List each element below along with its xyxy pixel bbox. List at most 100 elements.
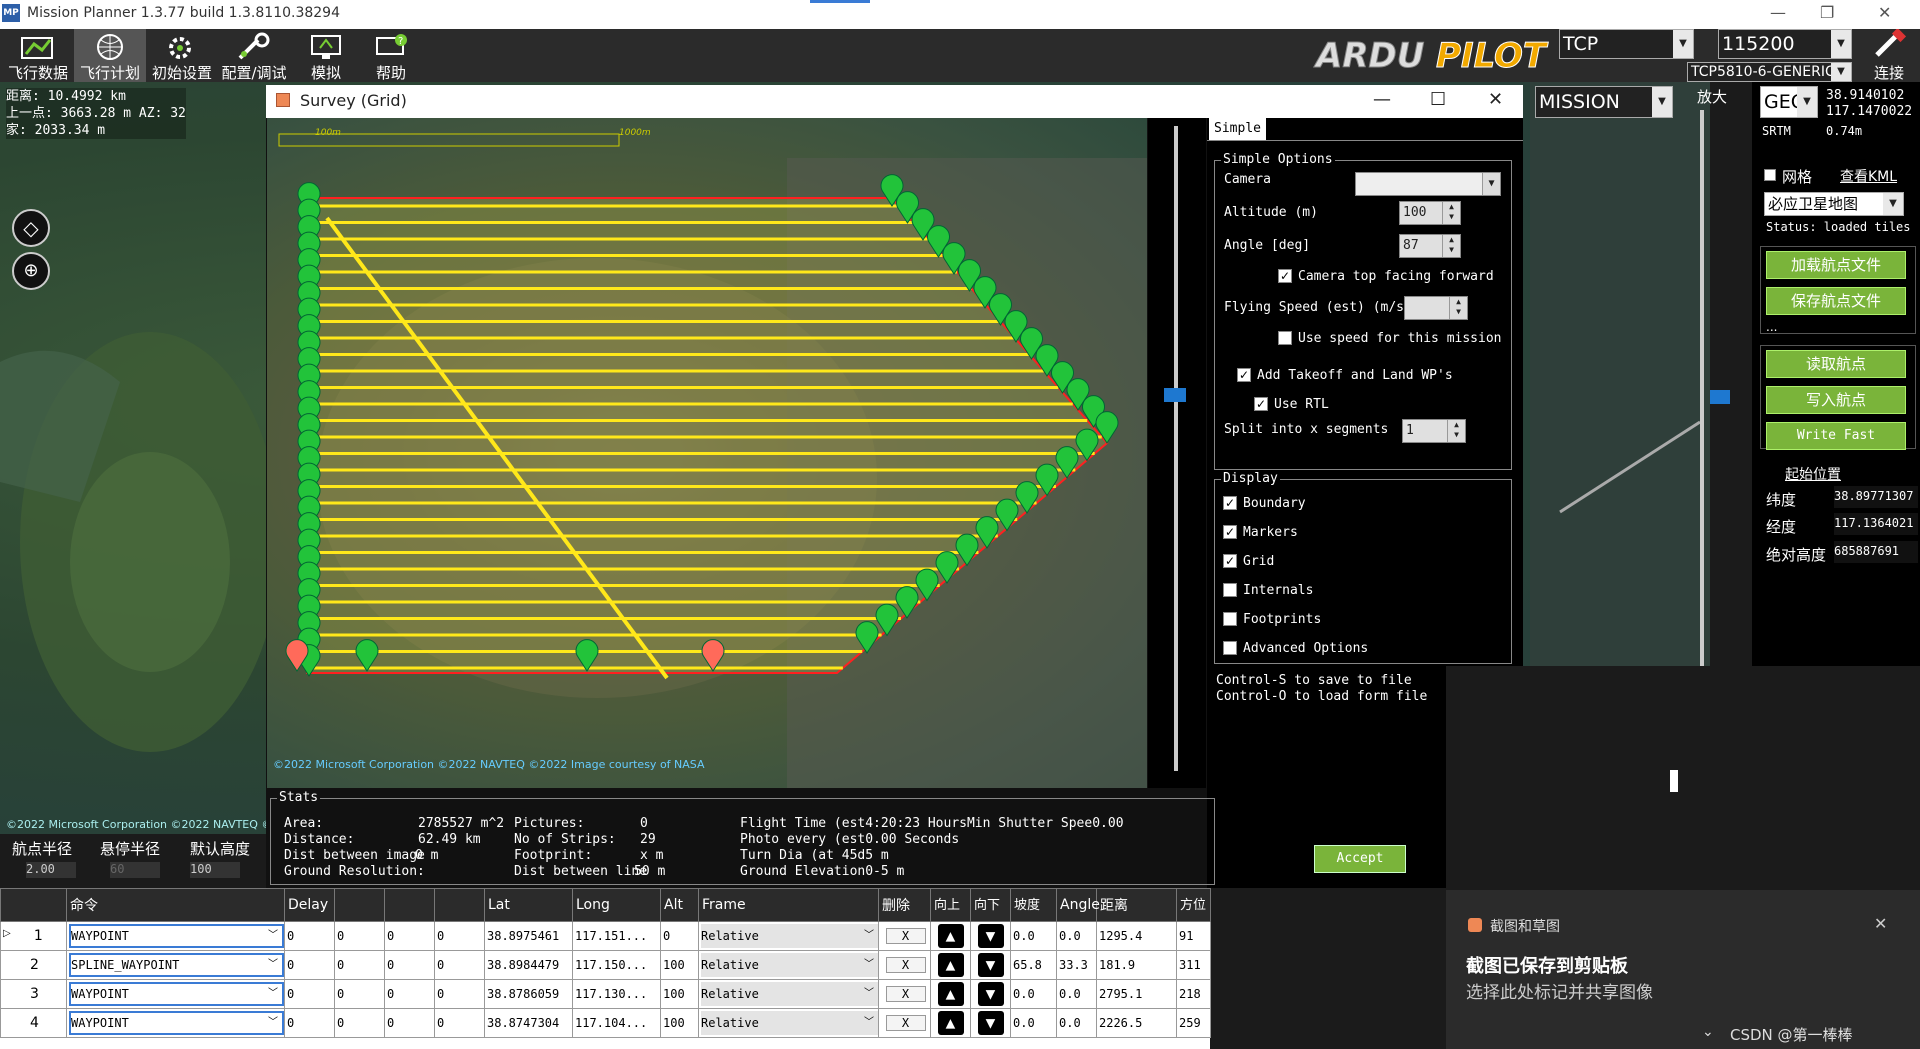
col-header-long[interactable]: Long bbox=[572, 888, 661, 922]
table-row[interactable]: ▷ 1 WAYPOINT ﹀ 0 0 0 0 38.8975461 117.151... 0 Rela… bbox=[0, 921, 1211, 951]
down-cell[interactable]: ▼ bbox=[970, 950, 1011, 980]
frame-cell[interactable]: Relative ﹀ bbox=[698, 921, 879, 951]
command-select[interactable]: SPLINE_WAYPOINT ﹀ bbox=[69, 953, 284, 977]
view-kml-link[interactable]: 查看KML bbox=[1840, 166, 1897, 186]
help-button[interactable]: ? 帮助 bbox=[355, 29, 427, 82]
delete-button[interactable]: X bbox=[885, 986, 926, 1002]
grid-checkbox[interactable]: ✓ bbox=[1223, 554, 1237, 568]
minimize-icon[interactable]: — bbox=[1770, 3, 1786, 22]
arrow-down-icon[interactable]: ▼ bbox=[977, 982, 1004, 1006]
footprints-checkbox[interactable] bbox=[1223, 612, 1237, 626]
command-select[interactable]: WAYPOINT ﹀ bbox=[69, 924, 284, 948]
long-cell[interactable]: 117.151... bbox=[572, 921, 661, 951]
param2-cell[interactable]: 0 bbox=[334, 950, 385, 980]
zoom-icon[interactable]: ⊕ bbox=[12, 252, 50, 290]
compass-icon[interactable]: ◇ bbox=[12, 209, 50, 247]
col-header-delete[interactable]: 删除 bbox=[878, 888, 931, 922]
survey-map[interactable]: 100m 1000m ©2022 Microsoft Corporation ©… bbox=[267, 118, 1147, 788]
zoom-slider-thumb[interactable] bbox=[1164, 388, 1186, 402]
alt-cell[interactable]: 100 bbox=[660, 979, 699, 1009]
markers-checkbox[interactable]: ✓ bbox=[1223, 525, 1237, 539]
command-select[interactable]: WAYPOINT ﹀ bbox=[69, 1011, 284, 1035]
accept-button[interactable]: Accept bbox=[1314, 845, 1406, 873]
frame-cell[interactable]: Relative ﹀ bbox=[698, 979, 879, 1009]
col-header-up[interactable]: 向上 bbox=[930, 888, 971, 922]
arrow-down-icon[interactable]: ▼ bbox=[977, 924, 1004, 948]
arrow-down-icon[interactable]: ▼ bbox=[977, 1011, 1004, 1035]
param3-cell[interactable]: 0 bbox=[384, 950, 435, 980]
frame-select[interactable]: Relative ﹀ bbox=[701, 1011, 878, 1035]
lat-cell[interactable]: 38.8984479 bbox=[484, 950, 573, 980]
param4-cell[interactable]: 0 bbox=[434, 1008, 485, 1038]
table-row[interactable]: 2 SPLINE_WAYPOINT ﹀ 0 0 0 0 38.8984479 117.150..… bbox=[0, 950, 1211, 980]
up-cell[interactable]: ▲ bbox=[930, 950, 971, 980]
col-header-down[interactable]: 向下 bbox=[970, 888, 1011, 922]
write-fast-button[interactable]: Write Fast bbox=[1766, 422, 1906, 450]
up-cell[interactable]: ▲ bbox=[930, 921, 971, 951]
add-takeoff-checkbox[interactable]: ✓ bbox=[1237, 368, 1251, 382]
command-select[interactable]: WAYPOINT ﹀ bbox=[69, 982, 284, 1006]
use-rtl-checkbox[interactable]: ✓ bbox=[1254, 397, 1268, 411]
spinner-icon[interactable]: ▲ ▼ bbox=[1442, 235, 1460, 257]
right-zoom-thumb[interactable] bbox=[1710, 390, 1730, 404]
param2-cell[interactable]: 0 bbox=[334, 979, 385, 1009]
angle-input[interactable]: 87 ▲ ▼ bbox=[1399, 234, 1461, 258]
param3-cell[interactable]: 0 bbox=[384, 979, 435, 1009]
delete-cell[interactable]: X bbox=[878, 1008, 931, 1038]
param1-cell[interactable]: 0 bbox=[284, 921, 335, 951]
delete-cell[interactable]: X bbox=[878, 950, 931, 980]
minimize-icon[interactable]: — bbox=[1373, 89, 1391, 110]
more-options[interactable]: ... bbox=[1766, 320, 1777, 334]
flight-plan-button[interactable]: 飞行计划 bbox=[74, 29, 146, 82]
connection-type-select[interactable]: TCP ▼ bbox=[1559, 29, 1694, 59]
param4-cell[interactable]: 0 bbox=[434, 979, 485, 1009]
col-header-p4[interactable] bbox=[434, 888, 485, 922]
long-cell[interactable]: 117.104... bbox=[572, 1008, 661, 1038]
close-icon[interactable]: ✕ bbox=[1878, 3, 1891, 22]
row-index[interactable]: 2 bbox=[0, 950, 67, 980]
spinner-icon[interactable]: ▲ ▼ bbox=[1449, 297, 1467, 319]
delete-button[interactable]: X bbox=[885, 928, 926, 944]
frame-cell[interactable]: Relative ﹀ bbox=[698, 1008, 879, 1038]
frame-select[interactable]: Relative ﹀ bbox=[701, 953, 878, 977]
row-index[interactable]: 3 bbox=[0, 979, 67, 1009]
chevron-down-icon[interactable]: ⌄ bbox=[1702, 1024, 1714, 1040]
delete-cell[interactable]: X bbox=[878, 921, 931, 951]
param2-cell[interactable]: 0 bbox=[334, 921, 385, 951]
camera-top-checkbox[interactable]: ✓ bbox=[1278, 269, 1292, 283]
down-cell[interactable]: ▼ bbox=[970, 979, 1011, 1009]
long-cell[interactable]: 117.150... bbox=[572, 950, 661, 980]
coord-system-select[interactable]: GEO ▼ bbox=[1760, 86, 1818, 118]
map-mode-select[interactable]: MISSION ▼ bbox=[1535, 86, 1673, 118]
delete-cell[interactable]: X bbox=[878, 979, 931, 1009]
table-row[interactable]: 4 WAYPOINT ﹀ 0 0 0 0 38.8747304 117.104... 100 Rel… bbox=[0, 1008, 1211, 1038]
device-select[interactable]: TCP5810-6-GENERIC ▼ bbox=[1687, 62, 1852, 82]
close-icon[interactable]: ✕ bbox=[1874, 914, 1887, 933]
col-header-lat[interactable]: Lat bbox=[484, 888, 573, 922]
col-header-grade[interactable]: 坡度 bbox=[1010, 888, 1057, 922]
frame-select[interactable]: Relative ﹀ bbox=[701, 924, 878, 948]
snip-notification[interactable]: 截图和草图 ✕ 截图已保存到剪贴板 选择此处标记并共享图像 CSDN @第一棒棒… bbox=[1446, 890, 1920, 1049]
col-header-angle[interactable]: Angle bbox=[1056, 888, 1100, 922]
spinner-icon[interactable]: ▲ ▼ bbox=[1447, 420, 1465, 442]
param3-cell[interactable]: 0 bbox=[384, 1008, 435, 1038]
camera-select[interactable]: ▼ bbox=[1355, 172, 1501, 196]
up-cell[interactable]: ▲ bbox=[930, 1008, 971, 1038]
home-lng-input[interactable]: 117.1364021 bbox=[1834, 513, 1918, 535]
home-lat-input[interactable]: 38.89771307 bbox=[1834, 486, 1918, 508]
delete-button[interactable]: X bbox=[885, 957, 926, 973]
col-header-frame[interactable]: Frame bbox=[698, 888, 879, 922]
frame-cell[interactable]: Relative ﹀ bbox=[698, 950, 879, 980]
down-cell[interactable]: ▼ bbox=[970, 1008, 1011, 1038]
restore-icon[interactable]: ❐ bbox=[1820, 3, 1834, 22]
close-icon[interactable]: ✕ bbox=[1488, 89, 1503, 110]
delete-button[interactable]: X bbox=[885, 1015, 926, 1031]
down-cell[interactable]: ▼ bbox=[970, 921, 1011, 951]
col-header-p2[interactable] bbox=[334, 888, 385, 922]
lat-cell[interactable]: 38.8786059 bbox=[484, 979, 573, 1009]
param1-cell[interactable]: 0 bbox=[284, 950, 335, 980]
save-wp-file-button[interactable]: 保存航点文件 bbox=[1766, 287, 1906, 315]
loiter-radius-input[interactable]: 60 bbox=[110, 862, 160, 878]
col-header-alt[interactable]: Alt bbox=[660, 888, 699, 922]
param4-cell[interactable]: 0 bbox=[434, 950, 485, 980]
